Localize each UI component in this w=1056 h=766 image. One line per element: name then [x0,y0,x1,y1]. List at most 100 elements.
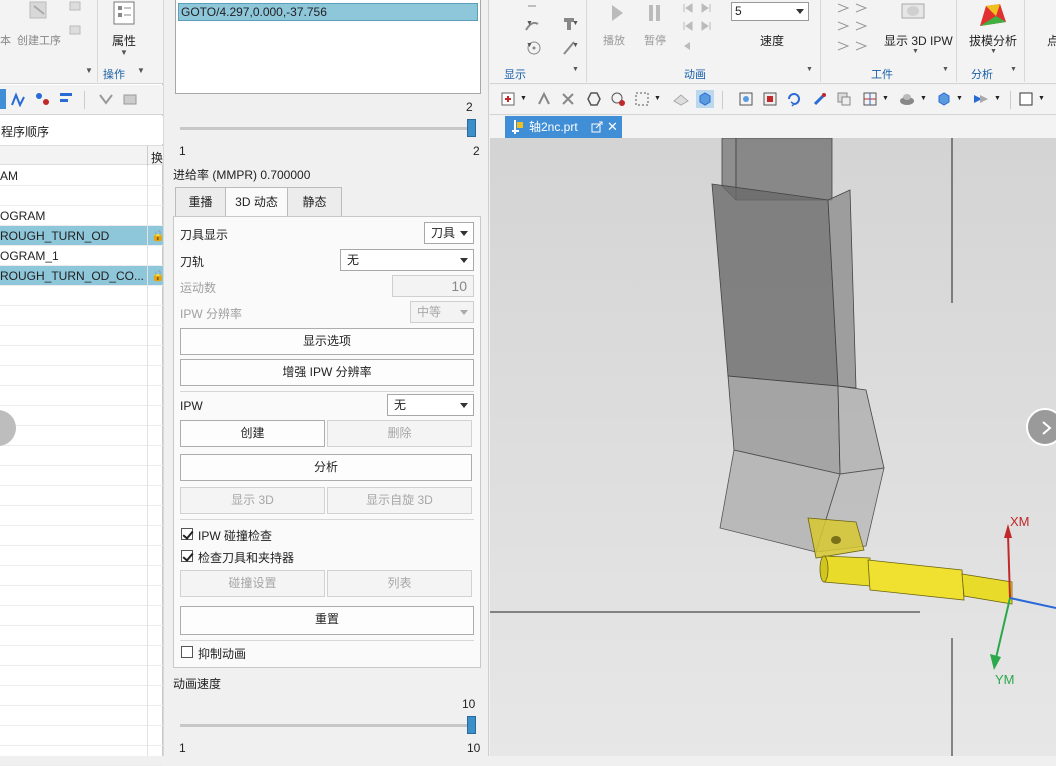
toolpath-listbox[interactable]: GOTO/4.297,0.000,-37.756 [175,0,481,94]
collapse-all-icon[interactable] [122,91,138,107]
toolpath-list-selected-line[interactable]: GOTO/4.297,0.000,-37.756 [178,3,478,21]
show-3d-ipw-dropdown-icon[interactable]: ▼ [912,48,919,55]
document-tab[interactable]: 轴2nc.prt ✕ [505,116,622,138]
render-style-icon[interactable] [898,91,916,107]
dropdown-icon[interactable]: ▼ [994,95,1001,102]
close-icon[interactable]: ✕ [607,116,618,138]
draft-analysis-button[interactable]: 拔模分析 [969,32,1017,49]
table-row[interactable] [0,446,163,466]
expand-all-icon[interactable] [98,91,114,107]
show-options-button[interactable]: 显示选项 [180,328,474,355]
point-button[interactable]: 点 [1047,32,1056,49]
table-row[interactable]: OGRAM [0,206,163,226]
right-expand-handle[interactable] [1026,408,1056,446]
display-dropdown-icon[interactable]: ▼ [526,42,533,49]
3d-viewport[interactable]: XM YM [490,138,1056,756]
ipw-dropdown[interactable]: 无 [387,394,474,416]
table-row[interactable]: AM [0,166,163,186]
table-row[interactable] [0,686,163,706]
group-menu-icon[interactable]: ▼ [1010,66,1017,73]
group-menu-icon[interactable]: ▼ [137,66,145,75]
selection-filter-icon[interactable] [500,91,516,107]
tab-3d-dynamic[interactable]: 3D 动态 [225,187,288,218]
ipw-collision-checkbox[interactable] [181,528,193,540]
group-expand-icon[interactable]: ▼ [85,66,93,75]
delete-button[interactable]: 删除 [327,420,472,447]
zoom-icon[interactable] [762,91,778,107]
snap-icon[interactable] [536,91,552,107]
show-3d-ipw-button[interactable]: 显示 3D IPW [884,32,953,49]
list-button[interactable]: 列表 [327,570,472,597]
table-row[interactable] [0,186,163,206]
table-row[interactable] [0,706,163,726]
dropdown-icon[interactable]: ▼ [956,95,963,102]
table-row[interactable] [0,386,163,406]
motion-count-input[interactable]: 10 [392,275,474,297]
toolpath-dropdown[interactable]: 无 [340,249,474,271]
dropdown-icon[interactable]: ▼ [882,95,889,102]
tab-replay[interactable]: 重播 [175,187,226,217]
dropdown-icon[interactable]: ▼ [654,95,661,102]
tab-static[interactable]: 静态 [287,187,342,217]
ipw-resolution-dropdown[interactable]: 中等 [410,301,474,323]
rotate-icon[interactable] [786,91,802,107]
display-dropdown-icon[interactable]: ▼ [526,20,533,27]
properties-dropdown-icon[interactable]: ▼ [120,48,128,57]
table-row[interactable] [0,326,163,346]
table-row[interactable] [0,726,163,746]
column-header-tool-change[interactable]: 换 [151,149,163,166]
machine-tool-view-icon[interactable] [58,91,74,107]
reset-button[interactable]: 重置 [180,606,474,635]
table-row[interactable] [0,426,163,446]
table-row[interactable] [0,366,163,386]
dropdown-icon[interactable]: ▼ [520,95,527,102]
table-row[interactable] [0,486,163,506]
method-view-icon[interactable] [34,91,50,107]
group-menu-icon[interactable]: ▼ [942,66,949,73]
table-row[interactable] [0,586,163,606]
table-row[interactable] [0,286,163,306]
analyze-button[interactable]: 分析 [180,454,472,481]
table-row[interactable] [0,626,163,646]
table-row[interactable] [0,346,163,366]
table-row[interactable] [0,506,163,526]
step-slider-track[interactable] [180,127,472,130]
small-tools-icon[interactable] [68,0,84,40]
display-dropdown-icon[interactable]: ▼ [572,20,579,27]
dropdown-icon[interactable]: ▼ [1038,95,1045,102]
draft-analysis-dropdown-icon[interactable]: ▼ [990,48,997,55]
orient-view-icon[interactable] [936,91,952,107]
group-menu-icon[interactable]: ▼ [806,66,813,73]
move-icon[interactable] [560,91,576,107]
table-row[interactable] [0,666,163,686]
table-row[interactable] [0,406,163,426]
create-operation-button[interactable]: 创建工序 [17,32,61,48]
geometry-view-icon[interactable] [10,91,26,107]
animation-speed-slider-track[interactable] [180,724,472,727]
table-row[interactable] [0,466,163,486]
pop-out-icon[interactable] [591,121,603,133]
workpiece-tools-icon[interactable] [834,0,874,56]
display-tools-icon[interactable] [508,2,578,58]
group-menu-icon[interactable]: ▼ [572,66,579,73]
display-dropdown-icon[interactable]: ▼ [572,42,579,49]
fit-view-icon[interactable] [738,91,754,107]
pan-icon[interactable] [812,91,828,107]
layer-icon[interactable] [836,91,852,107]
table-row[interactable] [0,526,163,546]
hexagon-icon[interactable] [586,91,602,107]
table-row[interactable] [0,606,163,626]
play-button[interactable]: 播放 [603,32,625,48]
show-3d-button[interactable]: 显示 3D [180,487,325,514]
section-view-icon[interactable] [972,91,990,107]
snap-point-icon[interactable] [610,91,626,107]
speed-select[interactable]: 5 [731,2,809,21]
show-rotating-3d-button[interactable]: 显示自旋 3D [327,487,472,514]
view-toggle-icon[interactable] [0,89,6,109]
table-row[interactable]: ROUGH_TURN_OD_CO... 🔒 [0,266,163,286]
enhance-ipw-resolution-button[interactable]: 增强 IPW 分辨率 [180,359,474,386]
table-row[interactable]: OGRAM_1 [0,246,163,266]
table-row[interactable] [0,546,163,566]
tool-display-dropdown[interactable]: 刀具 [424,222,474,244]
properties-button[interactable]: 属性 [112,32,136,49]
